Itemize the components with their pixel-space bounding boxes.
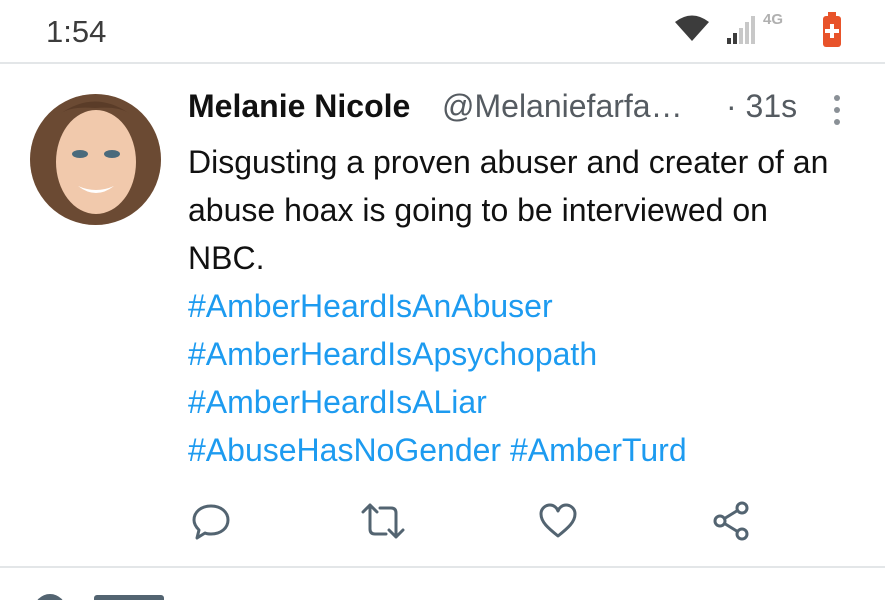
share-button[interactable] xyxy=(706,496,756,546)
battery-icon xyxy=(823,12,841,47)
avatar[interactable] xyxy=(30,94,161,225)
signal-icon xyxy=(727,16,755,44)
more-options-icon[interactable] xyxy=(832,94,842,128)
reply-icon xyxy=(192,504,230,540)
hashtag-line[interactable]: #AmberHeardIsAnAbuser xyxy=(188,282,868,330)
heart-icon xyxy=(539,503,577,538)
author-handle[interactable]: @Melaniefarfa… xyxy=(442,88,683,125)
status-bar: 1:54 4G xyxy=(0,0,885,64)
hashtag-line[interactable]: #AbuseHasNoGender #AmberTurd xyxy=(188,426,868,474)
tweet[interactable]: Melanie Nicole @Melaniefarfa… · 31s Disg… xyxy=(0,64,885,564)
retweet-icon xyxy=(361,503,405,539)
tweet-timestamp: · 31s xyxy=(726,88,798,124)
wifi-icon xyxy=(675,15,709,41)
author-name[interactable]: Melanie Nicole xyxy=(188,88,410,125)
retweet-button[interactable] xyxy=(358,496,408,546)
reply-button[interactable] xyxy=(186,496,236,546)
tweet-divider xyxy=(0,566,885,568)
tweet-actions xyxy=(0,496,885,546)
hashtag-line[interactable]: #AmberHeardIsALiar xyxy=(188,378,868,426)
status-time: 1:54 xyxy=(46,14,107,49)
next-tweet-peek xyxy=(0,570,885,605)
like-button[interactable] xyxy=(533,496,583,546)
tweet-text: Disgusting a proven abuser and creater o… xyxy=(188,144,829,276)
network-type: 4G xyxy=(763,11,784,28)
share-icon xyxy=(713,501,749,541)
hashtag-line[interactable]: #AmberHeardIsApsychopath xyxy=(188,330,868,378)
hashtags: #AmberHeardIsAnAbuser #AmberHeardIsApsyc… xyxy=(188,282,868,474)
